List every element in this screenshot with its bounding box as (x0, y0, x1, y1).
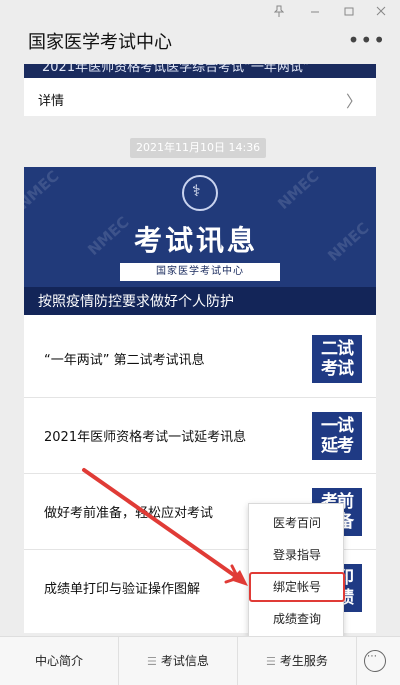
tab-center-intro[interactable]: 中心简介 (0, 637, 118, 685)
news-item[interactable]: “一年两试” 第二试考试讯息 二试 考试 (24, 321, 376, 397)
watermark-text: NMEC (84, 213, 133, 259)
hero-headline: 考试讯息 (134, 224, 259, 257)
hero-banner[interactable]: NMEC NMEC NMEC NMEC ⚕ 考试讯息 国家医学考试中心 按照疫情… (24, 167, 376, 315)
news-thumbnail: 二试 考试 (312, 335, 362, 383)
previous-article-card[interactable]: 2021年医师资格考试医学综合考试“一年两试” 详情 〉 (24, 64, 376, 116)
minimize-icon[interactable] (304, 4, 326, 22)
keyboard-icon[interactable]: ⋯ (364, 650, 386, 672)
menu-item-score-query[interactable]: 成绩查询 (249, 604, 345, 634)
more-options-icon[interactable]: ••• (348, 30, 386, 50)
news-item-title: 做好考前准备，轻松应对考试 (44, 506, 214, 521)
thumb-line: 一试 (321, 416, 354, 436)
detail-link[interactable]: 详情 (38, 90, 64, 109)
news-item-title: 2021年医师资格考试一试延考讯息 (44, 430, 247, 445)
menu-item-login-guide[interactable]: 登录指导 (249, 540, 345, 570)
previous-banner: 2021年医师资格考试医学综合考试“一年两试” (24, 64, 376, 78)
bottom-menu-bar: 中心简介 ☰ 考试信息 ☰ 考生服务 ⋯ (0, 636, 400, 685)
service-submenu: 医考百问 登录指导 绑定帐号 成绩查询 (248, 503, 345, 637)
news-thumbnail: 一试 延考 (312, 412, 362, 460)
thumb-line: 考试 (321, 359, 354, 379)
message-timestamp: 2021年11月10日 14:36 (130, 138, 267, 158)
tab-candidate-services[interactable]: ☰ 考生服务 (238, 637, 356, 685)
watermark-text: NMEC (324, 219, 373, 265)
menu-icon: ☰ (147, 655, 157, 668)
chevron-right-icon: 〉 (345, 92, 362, 111)
news-item-title: 成绩单打印与验证操作图解 (44, 582, 201, 597)
pin-icon[interactable] (268, 4, 290, 22)
watermark-text: NMEC (24, 167, 63, 213)
news-item-title: “一年两试” 第二试考试讯息 (44, 353, 205, 368)
close-icon[interactable] (370, 4, 392, 22)
news-item[interactable]: 2021年医师资格考试一试延考讯息 一试 延考 (24, 397, 376, 473)
watermark-text: NMEC (274, 167, 323, 213)
menu-item-bind-account[interactable]: 绑定帐号 (249, 572, 345, 602)
page-title: 国家医学考试中心 (28, 32, 172, 53)
hero-org-label: 国家医学考试中心 (120, 263, 280, 281)
menu-icon: ☰ (266, 655, 276, 668)
nmec-emblem-icon: ⚕ (182, 175, 218, 211)
divider (356, 637, 357, 685)
tab-label: 中心简介 (34, 654, 83, 668)
maximize-icon[interactable] (338, 4, 360, 22)
tab-label: 考试信息 (160, 654, 209, 668)
tab-label: 考生服务 (279, 654, 328, 668)
thumb-line: 延考 (321, 436, 354, 456)
tab-exam-info[interactable]: ☰ 考试信息 (119, 637, 237, 685)
menu-item-faq[interactable]: 医考百问 (249, 508, 345, 538)
hero-caption: 按照疫情防控要求做好个人防护 (38, 294, 234, 310)
thumb-line: 二试 (321, 339, 354, 359)
title-bar: 国家医学考试中心 ••• (0, 0, 400, 64)
previous-banner-text: 2021年医师资格考试医学综合考试“一年两试” (42, 64, 310, 75)
